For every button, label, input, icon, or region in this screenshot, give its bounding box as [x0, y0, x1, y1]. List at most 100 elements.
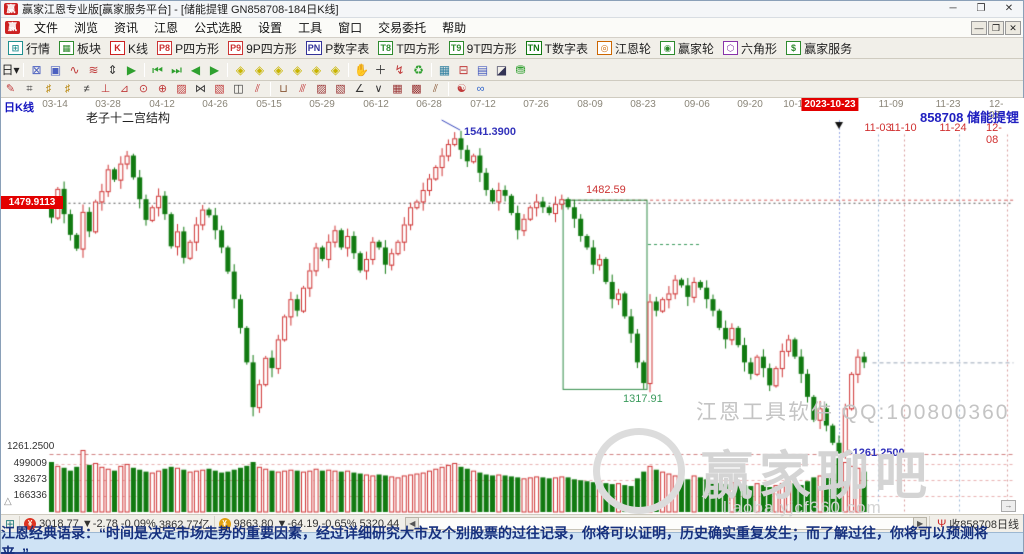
date-axis-tick: 05-15 [256, 99, 282, 110]
data-export-icon[interactable]: ⛃ [511, 61, 530, 79]
toolbar-button-10[interactable]: ◉ 赢家轮 [657, 39, 719, 58]
gann-diamond-icon[interactable]: ◈ [250, 61, 269, 79]
hand-pan-icon[interactable]: ✋ [352, 61, 371, 79]
toolbar-button-6[interactable]: T8 T四方形 [375, 39, 444, 58]
expand-toggle[interactable]: △ [4, 496, 12, 507]
menu-item-8[interactable]: 交易委托 [370, 17, 434, 38]
calendar-icon[interactable]: ▦ [435, 61, 454, 79]
period-day-icon[interactable]: 日▾ [1, 61, 20, 79]
hatch-tool-icon[interactable]: ▧ [210, 82, 229, 97]
toolbar-button-7[interactable]: T9 9T四方形 [446, 39, 522, 58]
menu-item-4[interactable]: 公式选股 [186, 17, 250, 38]
menu-item-9[interactable]: 帮助 [434, 17, 474, 38]
last-bar-icon[interactable]: ⏭ [167, 61, 186, 79]
check-tool-icon[interactable]: ∨ [369, 82, 388, 97]
square-tool-icon[interactable]: ▨ [312, 82, 331, 97]
parallel-line-icon[interactable]: ≠ [77, 82, 96, 97]
multi-line-icon[interactable]: ≋ [84, 61, 103, 79]
gann-diamond-icon[interactable]: ◈ [269, 61, 288, 79]
infinity-icon[interactable]: ∞ [471, 82, 490, 97]
toolbar-button-2[interactable]: K K线 [107, 39, 153, 58]
close-button[interactable]: ✕ [995, 1, 1023, 17]
circle-tool-icon[interactable]: ⊙ [134, 82, 153, 97]
first-bar-icon[interactable]: ⏮ [148, 61, 167, 79]
toolbar-button-label: T数字表 [544, 41, 589, 56]
mdi-restore-button[interactable]: ❐ [988, 20, 1004, 35]
toolbar-button-9[interactable]: ◎ 江恩轮 [594, 39, 656, 58]
toolbar-separator [227, 62, 228, 77]
grid-tool-icon[interactable]: ⌗ [20, 82, 39, 97]
save-layout-icon[interactable]: ▤ [473, 61, 492, 79]
menu-item-2[interactable]: 资讯 [106, 17, 146, 38]
vertical-line-icon[interactable]: ⊥ [96, 82, 115, 97]
toolbar-button-11[interactable]: ⬡ 六角形 [720, 39, 782, 58]
angle-tool-icon[interactable]: ⊿ [115, 82, 134, 97]
toolbar-button-1[interactable]: ▦ 板块 [56, 39, 106, 58]
gann-diamond-icon[interactable]: ◈ [326, 61, 345, 79]
date-axis-tick: 03-14 [42, 99, 68, 110]
play-icon[interactable]: ▶ [122, 61, 141, 79]
minimize-button[interactable]: ─ [939, 1, 967, 17]
lower-level-annotation: 1317.91 [623, 393, 663, 405]
angle-icon[interactable]: ∠ [350, 82, 369, 97]
trend-line-icon[interactable]: ↯ [390, 61, 409, 79]
square-tool2-icon[interactable]: ▧ [331, 82, 350, 97]
crosshair-icon[interactable]: ＋ [371, 61, 390, 79]
toolbar-button-8[interactable]: TN T数字表 [523, 39, 593, 58]
center-tool-icon[interactable]: ⊕ [153, 82, 172, 97]
period-label[interactable]: 日K线 [4, 99, 34, 115]
highlighted-date: 2023-10-23 [801, 98, 859, 111]
calculator-icon[interactable]: ⊟ [454, 61, 473, 79]
line-chart-icon[interactable]: ∿ [65, 61, 84, 79]
scale-icon[interactable]: ⇕ [103, 61, 122, 79]
chart-area[interactable]: 日K线 老子十二宫结构 858708 储能提锂 03-14 03-28 04-12 0… [1, 98, 1024, 517]
toolbar-button-4[interactable]: P9 9P四方形 [225, 39, 302, 58]
menu-item-7[interactable]: 窗口 [330, 17, 370, 38]
gann-grid2-icon[interactable]: ♯ [58, 82, 77, 97]
toolbar-button-0[interactable]: ⊞ 行情 [5, 39, 55, 58]
date-axis-tick: 08-09 [577, 99, 603, 110]
maximize-button[interactable]: ❐ [967, 1, 995, 17]
gann-diamond-icon[interactable]: ◈ [231, 61, 250, 79]
shade-tool-icon[interactable]: ▨ [172, 82, 191, 97]
toolbar-chip-icon: ▦ [59, 41, 75, 55]
mdi-minimize-button[interactable]: — [971, 20, 987, 35]
date-axis-tick: 04-12 [149, 99, 175, 110]
toolbar-button-label: 赢家轮 [678, 41, 715, 56]
slash-tool-icon[interactable]: ⫽ [426, 82, 445, 97]
single-window-icon[interactable]: ▣ [46, 61, 65, 79]
mini-scroll-button[interactable]: → [1001, 500, 1016, 512]
toolbar-button-5[interactable]: PN P数字表 [303, 39, 375, 58]
menu-item-6[interactable]: 工具 [290, 17, 330, 38]
gann-grid-icon[interactable]: ♯ [39, 82, 58, 97]
prev-bar-icon[interactable]: ◀ [186, 61, 205, 79]
next-bar-icon[interactable]: ▶ [205, 61, 224, 79]
bracket-tool-icon[interactable]: ⊔ [274, 82, 293, 97]
speed-lines-icon[interactable]: ⫻ [293, 82, 312, 97]
gann-diamond-icon[interactable]: ◈ [288, 61, 307, 79]
window-grid-icon[interactable]: ⊠ [27, 61, 46, 79]
toolbar-chip-icon: P8 [157, 41, 173, 55]
toolbar-button-3[interactable]: P8 P四方形 [154, 39, 224, 58]
toolbar-chip-icon: PN [305, 41, 323, 55]
screenshot-icon[interactable]: ◪ [492, 61, 511, 79]
yinyang-icon[interactable]: ☯ [452, 82, 471, 97]
peak-price-annotation: 1541.3900 [464, 126, 516, 138]
menu-item-5[interactable]: 设置 [250, 17, 290, 38]
split-box-icon[interactable]: ◫ [229, 82, 248, 97]
matrix-tool-icon[interactable]: ▦ [388, 82, 407, 97]
ratio-tool-icon[interactable]: ⋈ [191, 82, 210, 97]
toolbar-button-label: T四方形 [396, 41, 440, 56]
menu-item-1[interactable]: 浏览 [66, 17, 106, 38]
menu-item-0[interactable]: 文件 [26, 17, 66, 38]
menu-bar: 赢 文件 浏览 资讯 江恩 公式选股 设置 工具 窗口 交易委托 帮助 — ❐ ✕ [1, 18, 1023, 38]
cycle-icon[interactable]: ♻ [409, 61, 428, 79]
menu-item-3[interactable]: 江恩 [146, 17, 186, 38]
pencil-icon[interactable]: ✎ [1, 82, 20, 97]
toolbar-button-12[interactable]: $ 赢家服务 [783, 39, 857, 58]
matrix-tool2-icon[interactable]: ▩ [407, 82, 426, 97]
fan-lines-icon[interactable]: ⫽ [248, 82, 267, 97]
date-axis-tick: 06-12 [363, 99, 389, 110]
mdi-close-button[interactable]: ✕ [1005, 20, 1021, 35]
gann-diamond-icon[interactable]: ◈ [307, 61, 326, 79]
